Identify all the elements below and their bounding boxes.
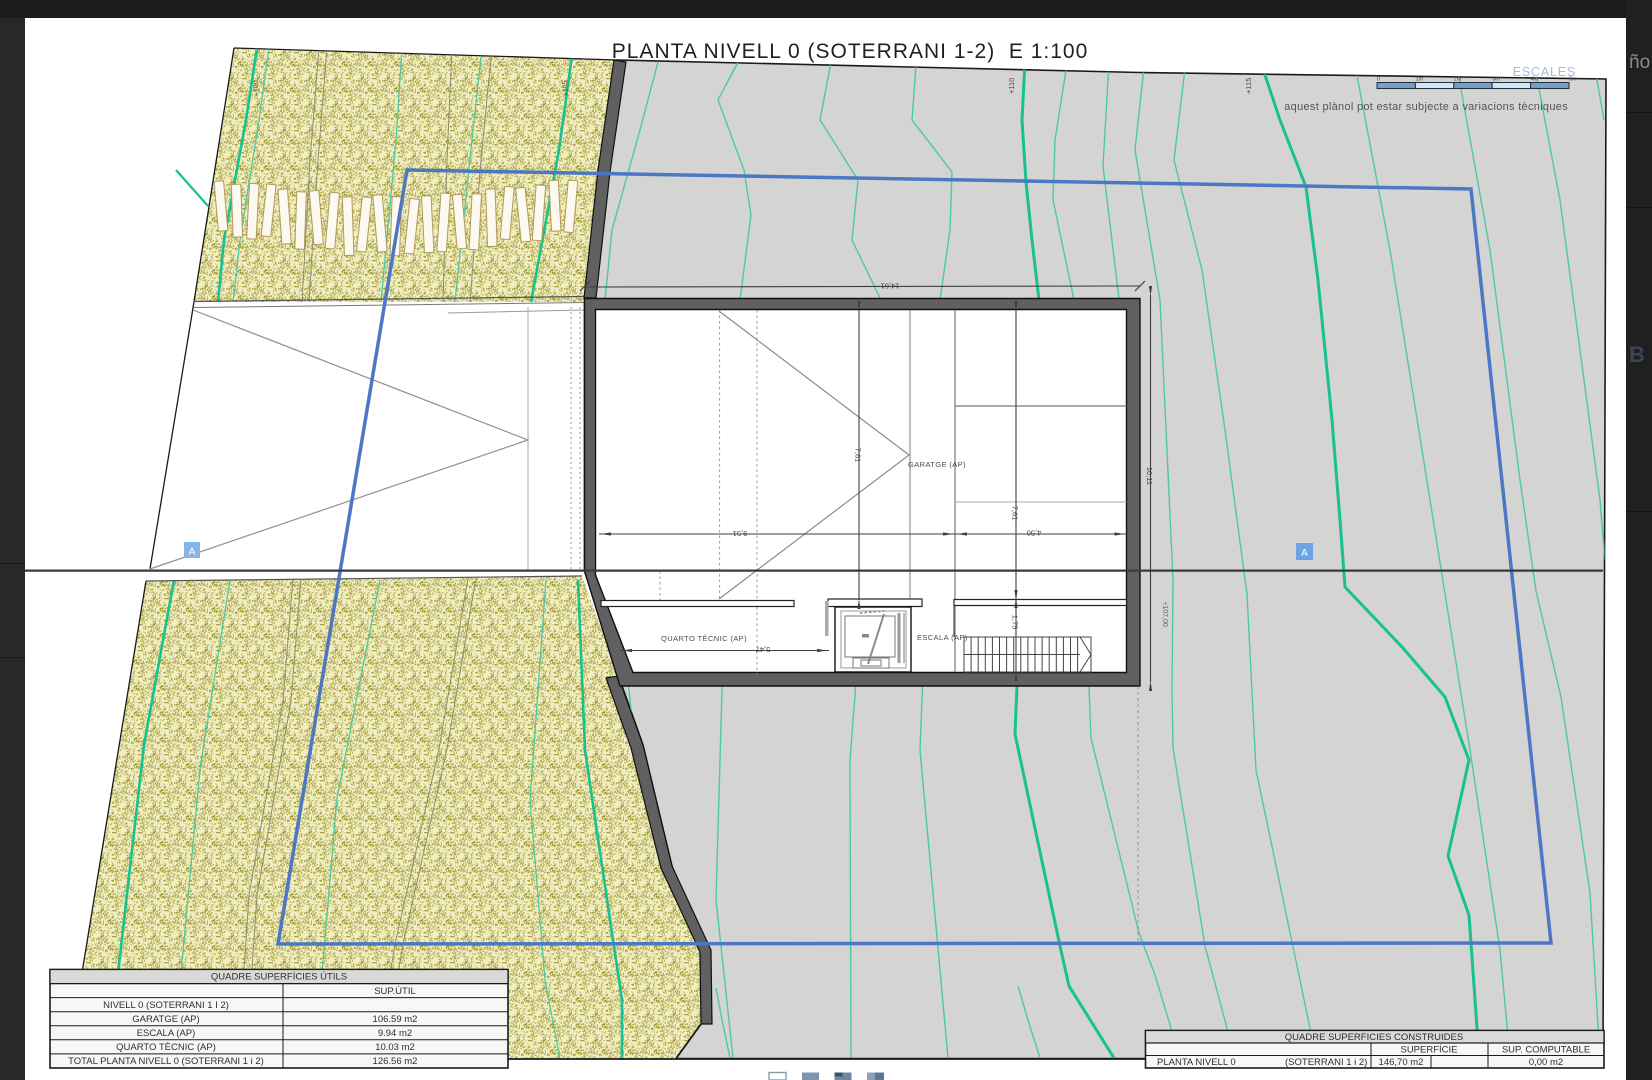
svg-text:GARATGE (AP): GARATGE (AP)	[132, 1014, 199, 1025]
svg-text:146,70 m2: 146,70 m2	[1379, 1057, 1424, 1068]
svg-text:QUARTO TÈCNIC (AP): QUARTO TÈCNIC (AP)	[661, 634, 747, 643]
svg-text:QUADRE SUPERFICIES CONSTRUIDES: QUADRE SUPERFICIES CONSTRUIDES	[1285, 1032, 1463, 1043]
svg-text:10.03 m2: 10.03 m2	[375, 1042, 415, 1053]
svg-text:3m: 3m	[1492, 77, 1500, 83]
svg-text:1m: 1m	[1415, 77, 1423, 83]
svg-text:7,61: 7,61	[1011, 506, 1020, 521]
svg-text:PLANTA NIVELL 0: PLANTA NIVELL 0	[1157, 1057, 1236, 1068]
svg-text:+105: +105	[562, 80, 570, 96]
svg-text:ESCALA (AP): ESCALA (AP)	[917, 633, 968, 642]
svg-text:1,75: 1,75	[1011, 615, 1020, 630]
svg-text:QUARTO TÈCNIC (AP): QUARTO TÈCNIC (AP)	[116, 1042, 216, 1053]
svg-text:(SOTERRANI 1 i 2): (SOTERRANI 1 i 2)	[1285, 1057, 1367, 1068]
svg-text:ESCALA (AP): ESCALA (AP)	[137, 1028, 196, 1039]
svg-text:14,61: 14,61	[881, 282, 900, 291]
svg-text:2m: 2m	[1454, 77, 1462, 83]
svg-text:GARATGE (AP): GARATGE (AP)	[908, 460, 966, 469]
svg-text:+107,00: +107,00	[1161, 601, 1168, 627]
svg-text:aquest plànol pot estar subjec: aquest plànol pot estar subjecte a varia…	[1284, 101, 1568, 113]
svg-text:5,47: 5,47	[756, 645, 771, 654]
svg-text:A: A	[1301, 548, 1308, 559]
svg-text:+100: +100	[253, 80, 261, 96]
svg-text:SUP. COMPUTABLE: SUP. COMPUTABLE	[1502, 1045, 1590, 1056]
svg-text:NIVELL 0 (SOTERRANI 1 I 2): NIVELL 0 (SOTERRANI 1 I 2)	[103, 1000, 229, 1011]
svg-text:4,50: 4,50	[1027, 529, 1042, 538]
svg-text:0: 0	[1377, 77, 1380, 83]
svg-text:9.94 m2: 9.94 m2	[378, 1028, 412, 1039]
svg-text:+110: +110	[1007, 78, 1016, 94]
svg-text:5m: 5m	[1569, 77, 1577, 83]
svg-text:+115: +115	[1244, 78, 1253, 94]
svg-text:10,11: 10,11	[1145, 467, 1154, 485]
svg-text:PLANTA NIVELL 0 (SOTERRANI 1-2: PLANTA NIVELL 0 (SOTERRANI 1-2) E 1:100	[612, 40, 1089, 63]
svg-text:9,51: 9,51	[733, 529, 748, 538]
svg-text:7,61: 7,61	[854, 448, 863, 463]
svg-text:A: A	[189, 547, 196, 558]
svg-text:TOTAL PLANTA NIVELL 0 (SOTERRA: TOTAL PLANTA NIVELL 0 (SOTERRANI 1 i 2)	[68, 1056, 264, 1067]
svg-text:SUP.ÚTIL: SUP.ÚTIL	[374, 986, 416, 997]
svg-text:ESCALES: ESCALES	[1513, 65, 1576, 79]
svg-text:4m: 4m	[1531, 77, 1539, 83]
svg-text:SUPERFÍCIE: SUPERFÍCIE	[1400, 1045, 1457, 1056]
svg-text:QUADRE SUPERFÍCIES ÚTILS: QUADRE SUPERFÍCIES ÚTILS	[211, 972, 347, 983]
svg-text:0,00 m2: 0,00 m2	[1529, 1057, 1563, 1068]
svg-text:106.59 m2: 106.59 m2	[373, 1014, 418, 1025]
svg-text:126.56 m2: 126.56 m2	[373, 1056, 418, 1067]
